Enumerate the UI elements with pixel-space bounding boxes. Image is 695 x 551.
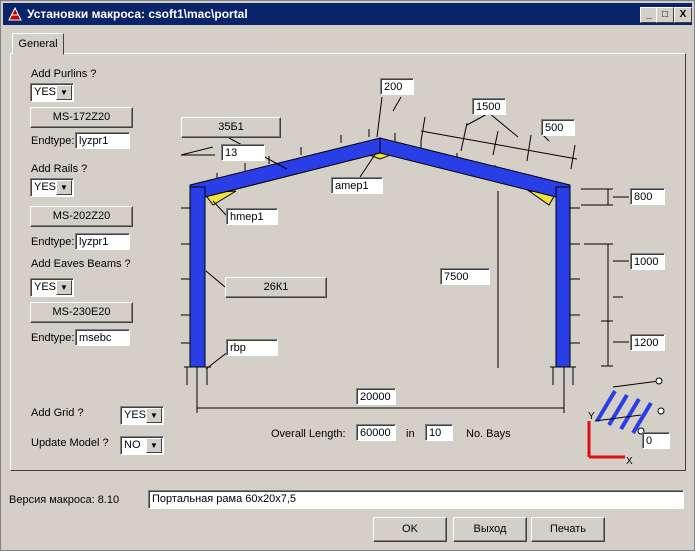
apex-haunch-field[interactable]: amep1: [331, 177, 383, 194]
base-field[interactable]: rbp: [226, 339, 278, 356]
axis-y-label: Y: [588, 411, 595, 422]
portal-frame-diagram: [180, 96, 665, 459]
purlin-edge-field[interactable]: 500: [541, 119, 575, 136]
right-column: [555, 186, 571, 368]
rail-spacing-field[interactable]: 1000: [630, 253, 665, 270]
rafter-section-button[interactable]: 35Б1: [181, 117, 281, 138]
axis-x-label: X: [626, 456, 633, 467]
slope-indicator-line: [180, 146, 214, 156]
apex-offset-field[interactable]: 200: [380, 78, 414, 95]
rail-ticks: [181, 207, 580, 344]
ok-button[interactable]: OK: [373, 517, 447, 542]
bays-field[interactable]: 10: [425, 424, 453, 441]
rail-bottom-field[interactable]: 1200: [630, 334, 665, 351]
column-section-button[interactable]: 26К1: [225, 277, 327, 298]
slope-field[interactable]: 13: [221, 144, 265, 161]
overall-length-label: Overall Length:: [271, 428, 346, 440]
grid-offset-field[interactable]: 0: [642, 432, 670, 449]
print-button[interactable]: Печать: [531, 517, 605, 542]
right-dimension-lines: [581, 188, 629, 367]
tab-general[interactable]: General: [12, 33, 64, 55]
overall-length-field[interactable]: 60000: [356, 424, 396, 441]
eave-height-top-field[interactable]: 800: [630, 188, 665, 205]
eave-haunch-field[interactable]: hmep1: [226, 208, 278, 225]
in-label: in: [406, 428, 415, 440]
right-rafter: [379, 137, 571, 198]
purlin-spacing-field[interactable]: 1500: [472, 98, 506, 115]
macro-settings-window: Установки макроса: csoft1\mac\portal _ □…: [0, 0, 695, 551]
description-field[interactable]: Портальная рама 60х20х7,5: [148, 490, 684, 509]
exit-button[interactable]: Выход: [453, 517, 527, 542]
height-field[interactable]: 7500: [440, 268, 490, 285]
span-field[interactable]: 20000: [356, 388, 396, 405]
left-column: [189, 186, 206, 368]
bays-label: No. Bays: [466, 428, 511, 440]
version-label: Версия макроса: 8.10: [9, 494, 120, 506]
column-bases: [184, 366, 576, 385]
